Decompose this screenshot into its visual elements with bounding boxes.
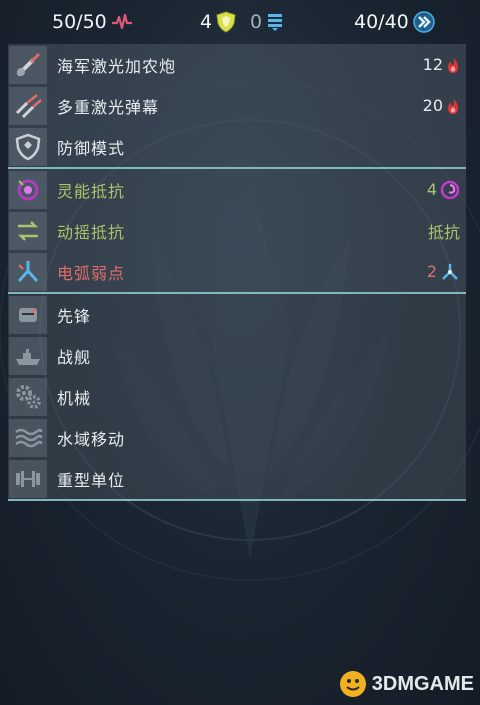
- weak-label: 电弧弱点: [57, 263, 126, 283]
- weak-row-arc[interactable]: 电弧弱点 2: [8, 251, 466, 292]
- resist-value: 抵抗: [428, 210, 460, 251]
- psionic-icon: [9, 170, 47, 209]
- hp-value: 50/50: [52, 11, 107, 33]
- energy-value: 40/40: [354, 11, 409, 33]
- trait-label: 战舰: [57, 347, 92, 367]
- watermark-text: 3DMGAME: [371, 672, 474, 695]
- resist-label: 动摇抵抗: [57, 222, 126, 242]
- psionic-swirl-icon: [440, 180, 460, 199]
- armor-stat: 0: [250, 0, 284, 44]
- stats-bar: 50/50 4 0 40/40: [0, 0, 480, 44]
- energy-stat: 40/40: [354, 0, 435, 44]
- weapon-damage: 20: [423, 85, 460, 126]
- trait-row-warship[interactable]: 战舰: [8, 335, 466, 376]
- shield-mode-icon: [9, 127, 47, 166]
- watermark-logo: 3DMGAME: [338, 669, 474, 699]
- laser-barrage-icon: [9, 86, 47, 125]
- mascot-logo-icon: [339, 671, 366, 697]
- flame-icon: [448, 56, 458, 73]
- damage-value: 12: [422, 55, 443, 74]
- resist-amount: 4: [426, 180, 437, 199]
- weak-value: 2: [427, 251, 460, 292]
- weapon-label: 海军激光加农炮: [57, 56, 177, 76]
- weapon-row-laser-cannon[interactable]: 海军激光加农炮 12: [8, 44, 466, 85]
- weak-amount: 2: [426, 262, 437, 281]
- unit-info-panel: 海军激光加农炮 12 多重激光弹幕 20 防御模式 灵能抵抗 4 动摇抵抗 抵抗…: [8, 44, 466, 501]
- resist-amount: 抵抗: [427, 222, 460, 242]
- flame-icon: [448, 97, 458, 114]
- weapon-row-laser-barrage[interactable]: 多重激光弹幕 20: [8, 85, 466, 126]
- warship-icon: [9, 336, 47, 375]
- arc-triad-icon: [442, 263, 458, 280]
- waves-icon: [9, 418, 47, 457]
- trait-row-mechanical[interactable]: 机械: [8, 376, 466, 417]
- armor-stack-icon: [268, 14, 283, 31]
- resist-row-waver[interactable]: 动摇抵抗 抵抗: [8, 210, 466, 251]
- weapon-damage: 12: [423, 44, 460, 85]
- armor-value: 0: [250, 11, 263, 33]
- waver-icon: [9, 211, 47, 250]
- damage-value: 20: [422, 96, 443, 115]
- resist-label: 灵能抵抗: [57, 181, 126, 201]
- panel-bottom-divider: [8, 499, 466, 501]
- arc-icon: [9, 252, 47, 291]
- shield-icon: [216, 11, 236, 33]
- trait-label: 重型单位: [57, 470, 126, 490]
- resist-value: 4: [427, 169, 460, 210]
- shield-value: 4: [200, 11, 213, 33]
- vanguard-icon: [9, 295, 47, 334]
- ability-row-defense-mode[interactable]: 防御模式: [8, 126, 466, 167]
- trait-row-vanguard[interactable]: 先锋: [8, 294, 466, 335]
- gears-icon: [9, 377, 47, 416]
- trait-row-water-move[interactable]: 水域移动: [8, 417, 466, 458]
- heartbeat-icon: [111, 13, 132, 30]
- resist-row-psionic[interactable]: 灵能抵抗 4: [8, 169, 466, 210]
- ability-label: 防御模式: [57, 138, 126, 158]
- trait-label: 先锋: [57, 306, 92, 326]
- hp-stat: 50/50: [52, 0, 133, 44]
- weapon-label: 多重激光弹幕: [57, 97, 160, 117]
- dumbbell-icon: [9, 459, 47, 498]
- laser-cannon-icon: [9, 45, 47, 84]
- trait-row-heavy-unit[interactable]: 重型单位: [8, 458, 466, 499]
- trait-label: 水域移动: [57, 429, 126, 449]
- trait-label: 机械: [57, 388, 92, 408]
- energy-icon: [413, 11, 435, 33]
- shield-stat: 4: [200, 0, 236, 44]
